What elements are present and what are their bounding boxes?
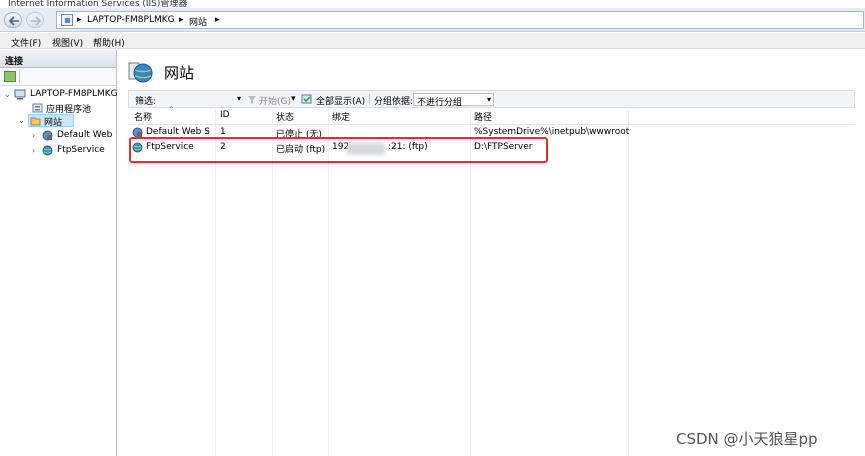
add-connection-icon[interactable] [4, 71, 16, 82]
tree-item-server[interactable]: ⌄ LAPTOP-FM8PLMKG [2, 88, 118, 101]
connections-toolbar [0, 68, 116, 86]
tree-label-ftp-site: FtpService [57, 145, 105, 155]
cell-id: 1 [220, 127, 226, 137]
window-titlebar: Internet Information Services (IIS)管理器 [0, 0, 865, 8]
menu-file[interactable]: 文件(F) [11, 36, 41, 49]
column-divider [628, 110, 629, 456]
page-title: 网站 [164, 64, 195, 82]
chevron-right-icon[interactable]: › [32, 131, 35, 140]
tree-item-default-site[interactable]: › Default Web S [30, 129, 116, 142]
forward-arrow-icon [31, 16, 42, 26]
connections-header: 连接 [0, 50, 116, 68]
computer-icon [14, 89, 26, 100]
watermark: CSDN @小天狼星pp [676, 430, 818, 448]
tree-label-sites: 网站 [44, 118, 63, 128]
chevron-down-icon[interactable]: ▾ [291, 94, 296, 104]
window-title: Internet Information Services (IIS)管理器 [8, 0, 188, 8]
connections-pane: 连接 ⌄ LAPTOP-FM8PLMKG 应用程序池 ⌄ 网站 › Defaul… [0, 50, 118, 456]
address-box[interactable]: ▸ LAPTOP-FM8PLMKG ▸ 网站 ▸ [56, 11, 864, 29]
sites-page: 网站 筛选: ▾ 开始(G) ▾ 全部显示(A) 分组依据: 不进行分组 ▾ 名… [118, 50, 865, 456]
cell-path: %SystemDrive%\inetpub\wwwroot [474, 127, 630, 137]
group-by-value: 不进行分组 [417, 98, 463, 108]
funnel-icon [248, 96, 256, 104]
start-filter-button[interactable]: 开始(G) [259, 94, 291, 107]
back-button[interactable] [4, 12, 22, 28]
tree-item-ftp-site[interactable]: › FtpService [30, 144, 116, 157]
chevron-right-icon[interactable]: › [32, 146, 35, 155]
forward-button[interactable] [26, 12, 44, 28]
tree-item-app-pools[interactable]: 应用程序池 [2, 101, 116, 115]
globe-stopped-icon [42, 130, 53, 141]
breadcrumb-server[interactable]: LAPTOP-FM8PLMKG [87, 15, 175, 25]
address-bar: ▸ LAPTOP-FM8PLMKG ▸ 网站 ▸ [0, 8, 865, 32]
show-all-icon [301, 94, 312, 104]
chevron-right-icon: ▸ [215, 15, 220, 25]
tree-label-default-site: Default Web S [57, 130, 116, 140]
tree-item-sites[interactable]: ⌄ 网站 [16, 114, 74, 128]
show-all-button[interactable]: 全部显示(A) [316, 94, 365, 107]
column-header-path[interactable]: 路径 [474, 110, 492, 124]
tree-label-server: LAPTOP-FM8PLMKG [30, 89, 118, 99]
menu-view[interactable]: 视图(V) [52, 36, 83, 49]
column-header-id[interactable]: ID [220, 110, 230, 124]
cell-name: Default Web S [146, 127, 210, 137]
folder-icon [30, 117, 41, 126]
toolbar-separator [369, 94, 370, 105]
chevron-right-icon: ▸ [179, 15, 184, 25]
menu-help[interactable]: 帮助(H) [93, 36, 125, 49]
group-by-select[interactable]: 不进行分组 ▾ [413, 93, 494, 108]
sort-ascending-icon: ⌃ [168, 105, 175, 114]
connections-title: 连接 [5, 57, 24, 67]
highlight-annotation-box [129, 137, 548, 163]
chevron-down-icon[interactable]: ▾ [237, 94, 241, 103]
group-by-label: 分组依据: [374, 97, 414, 107]
app-pool-icon [32, 103, 43, 113]
column-header-status[interactable]: 状态 [276, 110, 294, 124]
breadcrumb-sites[interactable]: 网站 [189, 15, 207, 28]
column-header-name[interactable]: 名称 [134, 110, 152, 124]
chevron-down-icon: ▾ [486, 95, 491, 104]
back-arrow-icon [8, 16, 19, 26]
column-header-binding[interactable]: 绑定 [332, 110, 350, 124]
globe-icon [42, 145, 53, 156]
toolbar-separator [19, 71, 20, 83]
chevron-right-icon: ▸ [77, 15, 82, 25]
menu-bar: 文件(F) 视图(V) 帮助(H) [0, 33, 865, 49]
chevron-down-icon[interactable]: ⌄ [4, 90, 11, 99]
filter-bar: 筛选: ▾ 开始(G) ▾ 全部显示(A) 分组依据: 不进行分组 ▾ [128, 90, 855, 108]
sites-globe-icon [128, 62, 153, 83]
filter-label: 筛选: [135, 97, 157, 107]
chevron-down-icon[interactable]: ⌄ [18, 116, 25, 125]
header-divider [128, 124, 855, 125]
iis-home-icon [61, 14, 73, 26]
